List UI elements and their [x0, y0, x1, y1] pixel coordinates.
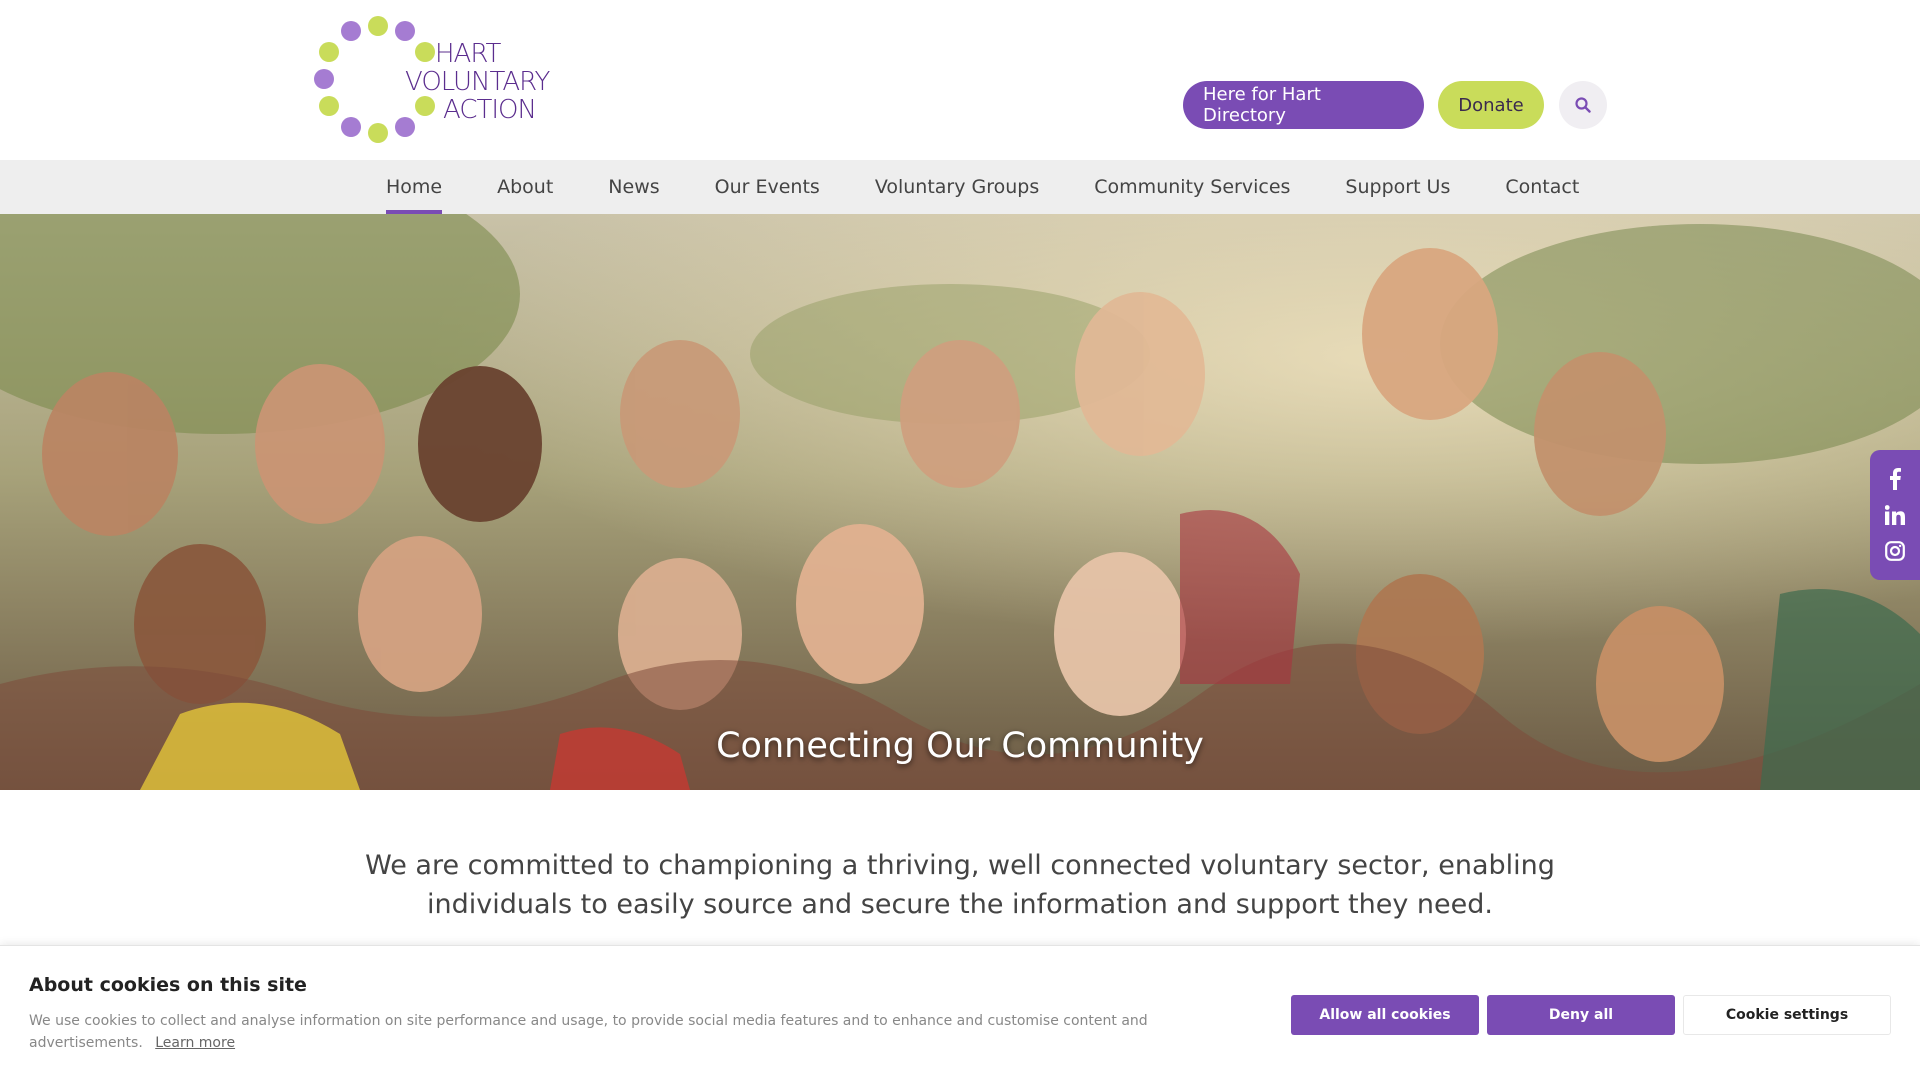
nav-item-about[interactable]: About	[497, 160, 553, 214]
donate-button[interactable]: Donate	[1438, 81, 1544, 129]
nav-item-news[interactable]: News	[608, 160, 659, 214]
cookie-banner: About cookies on this site We use cookie…	[0, 945, 1920, 1080]
logo-wordmark: HART VOLUNTARY ACTION	[405, 39, 550, 125]
logo-line-2: VOLUNTARY	[405, 67, 550, 97]
hero-photo	[0, 214, 1920, 790]
nav-item-community-services[interactable]: Community Services	[1094, 160, 1290, 214]
hero-banner: Connecting Our Community	[0, 214, 1920, 790]
site-logo[interactable]: HART VOLUNTARY ACTION	[312, 12, 562, 148]
nav-item-contact[interactable]: Contact	[1505, 160, 1579, 214]
hero-title: Connecting Our Community	[716, 726, 1204, 766]
learn-more-link[interactable]: Learn more	[155, 1035, 235, 1051]
facebook-icon[interactable]	[1882, 466, 1908, 492]
directory-button[interactable]: Here for Hart Directory	[1183, 81, 1424, 129]
deny-all-button[interactable]: Deny all	[1487, 995, 1675, 1035]
allow-all-cookies-button[interactable]: Allow all cookies	[1291, 995, 1479, 1035]
mission-statement: We are committed to championing a thrivi…	[365, 850, 1555, 920]
site-header: HART VOLUNTARY ACTION Here for Hart Dire…	[0, 0, 1920, 160]
search-icon	[1575, 97, 1591, 113]
cookie-title: About cookies on this site	[29, 974, 307, 996]
linkedin-icon[interactable]	[1882, 502, 1908, 528]
logo-line-1: HART	[435, 39, 501, 69]
social-links	[1870, 450, 1920, 580]
instagram-icon[interactable]	[1882, 538, 1908, 564]
cookie-settings-button[interactable]: Cookie settings	[1683, 995, 1891, 1035]
cookie-description: We use cookies to collect and analyse in…	[29, 1010, 1179, 1054]
logo-line-3: ACTION	[443, 95, 537, 125]
nav-item-voluntary-groups[interactable]: Voluntary Groups	[875, 160, 1039, 214]
nav-item-home[interactable]: Home	[386, 160, 443, 214]
main-nav: Home About News Our Events Voluntary Gro…	[0, 160, 1920, 214]
nav-item-support-us[interactable]: Support Us	[1345, 160, 1450, 214]
nav-item-our-events[interactable]: Our Events	[715, 160, 820, 214]
search-button[interactable]	[1559, 81, 1607, 129]
